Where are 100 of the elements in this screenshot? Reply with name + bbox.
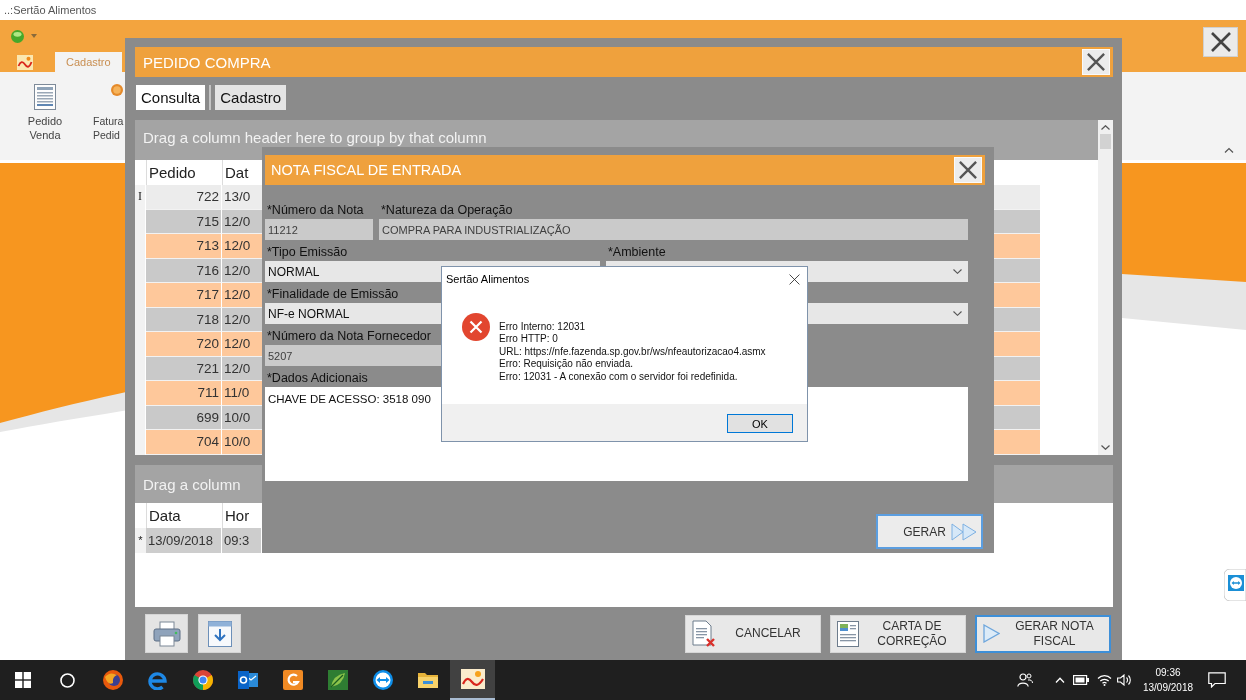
app-tile-icon [282,670,303,690]
table-cell[interactable]: 722 [146,185,222,210]
segmented-circle-icon [192,670,213,690]
leaf-tile-icon [327,670,348,690]
scrollbar-thumb[interactable] [1100,134,1111,149]
table-cell[interactable]: 11/0 [222,381,262,406]
field-label: *Tipo Emissão [266,244,348,261]
close-button[interactable] [789,273,800,285]
row-indicator: I [138,188,142,205]
tab[interactable]: Consulta [136,85,206,110]
table-cell[interactable]: 699 [146,405,222,430]
chevron-down-icon[interactable] [1101,445,1110,450]
close-icon [959,161,977,179]
window-title: NOTA FISCAL DE ENTRADA [271,162,462,178]
fox-globe-icon [102,670,123,690]
print-button[interactable] [145,614,188,653]
close-icon [1087,53,1105,71]
table-cell: 13/09/2018 [146,528,222,553]
window-title: PEDIDO COMPRA [143,53,271,71]
table-cell[interactable]: 10/0 [222,405,262,430]
table-cell[interactable] [994,405,1040,430]
table-cell[interactable] [994,209,1040,234]
folder-icon [417,672,438,688]
notification-icon[interactable] [1208,672,1226,688]
error-icon [462,313,490,341]
table-cell[interactable]: 12/0 [222,307,262,332]
field-label: *Número da Nota [266,202,364,219]
double-arrow-tab-icon[interactable] [1224,569,1246,601]
table-cell[interactable]: 711 [146,381,222,406]
coin-icon [111,84,123,96]
ribbon-button[interactable]: Pedido Venda [25,72,65,142]
table-cell[interactable]: 10/0 [222,430,262,455]
field-label: *Finalidade de Emissão [266,286,399,303]
table-cell[interactable]: 718 [146,307,222,332]
chevron-down-icon [953,269,962,274]
field-label: *Natureza da Operação [380,202,513,219]
table-cell[interactable]: 12/0 [222,258,262,283]
table-cell[interactable] [994,283,1040,308]
download-icon [207,620,232,647]
logo-icon[interactable] [17,54,33,70]
table-cell[interactable] [994,356,1040,381]
close-icon [1210,32,1231,52]
table-cell[interactable]: 12/0 [222,356,262,381]
ribbon-button[interactable]: Fatura Pedid [93,72,124,142]
play-icon [983,624,1000,643]
printer-icon [152,620,181,647]
clock-button[interactable]: 09:36 13/09/2018 [1142,665,1194,695]
download-button[interactable] [198,614,241,653]
field-label: *Ambiente [607,244,666,261]
action-button[interactable]: CARTA DE CORREÇÃO [830,614,966,653]
ok-button[interactable]: OK [727,414,793,433]
window-title: Sertão Alimentos [446,273,530,285]
table-cell[interactable] [994,234,1040,259]
action-button[interactable]: GERAR NOTA FISCAL [975,614,1111,653]
field-label: *Número da Nota Fornecedor [266,328,431,345]
table-cell[interactable]: 721 [146,356,222,381]
windows-logo-icon [14,672,31,688]
chevron-up-icon[interactable] [1101,125,1110,130]
battery-icon[interactable] [1073,675,1089,685]
group-hint: Drag a column [143,477,241,493]
scrollbar[interactable] [1098,120,1113,455]
taskbar-button[interactable] [450,660,495,700]
group-hint: Drag a column header here to group by that column [143,130,487,146]
wifi-icon[interactable] [1097,674,1112,686]
table-cell[interactable]: 13/0 [222,185,262,210]
table-cell[interactable]: 704 [146,430,222,455]
generate-button[interactable]: GERAR [876,514,983,549]
table-cell[interactable]: 12/0 [222,283,262,308]
tab[interactable]: Cadastro [215,85,287,110]
table-cell[interactable]: 717 [146,283,222,308]
document-list-icon [34,84,56,110]
double-arrow-icon [951,522,977,541]
logo-icon [460,669,485,689]
double-arrow-circle-icon [372,670,393,690]
table-cell[interactable]: 12/0 [222,332,262,357]
people-icon[interactable] [1017,673,1033,687]
input-field[interactable]: 11212 [265,219,373,240]
table-cell[interactable]: 12/0 [222,209,262,234]
action-button[interactable]: CANCELAR [685,614,821,653]
table-cell: 09:3 [222,528,262,553]
chevron-down-icon [953,311,962,316]
table-cell[interactable]: 720 [146,332,222,357]
swirl-icon [147,670,168,690]
table-cell[interactable] [994,381,1040,406]
row-indicator: * [138,533,143,548]
mail-icon [237,671,258,689]
document-x-icon [692,619,716,648]
table-cell[interactable]: 713 [146,234,222,259]
table-cell[interactable]: 12/0 [222,234,262,259]
field-label: *Dados Adicionais [266,370,368,387]
table-cell[interactable] [994,307,1040,332]
table-cell[interactable]: 716 [146,258,222,283]
table-cell[interactable] [994,430,1040,455]
speaker-icon[interactable] [1117,674,1132,686]
input-field[interactable]: COMPRA PARA INDUSTRIALIZAÇÃO [379,219,968,240]
circle-icon [60,672,75,688]
table-cell[interactable] [994,185,1040,210]
table-cell[interactable]: 715 [146,209,222,234]
table-cell[interactable] [994,332,1040,357]
table-cell[interactable] [994,258,1040,283]
